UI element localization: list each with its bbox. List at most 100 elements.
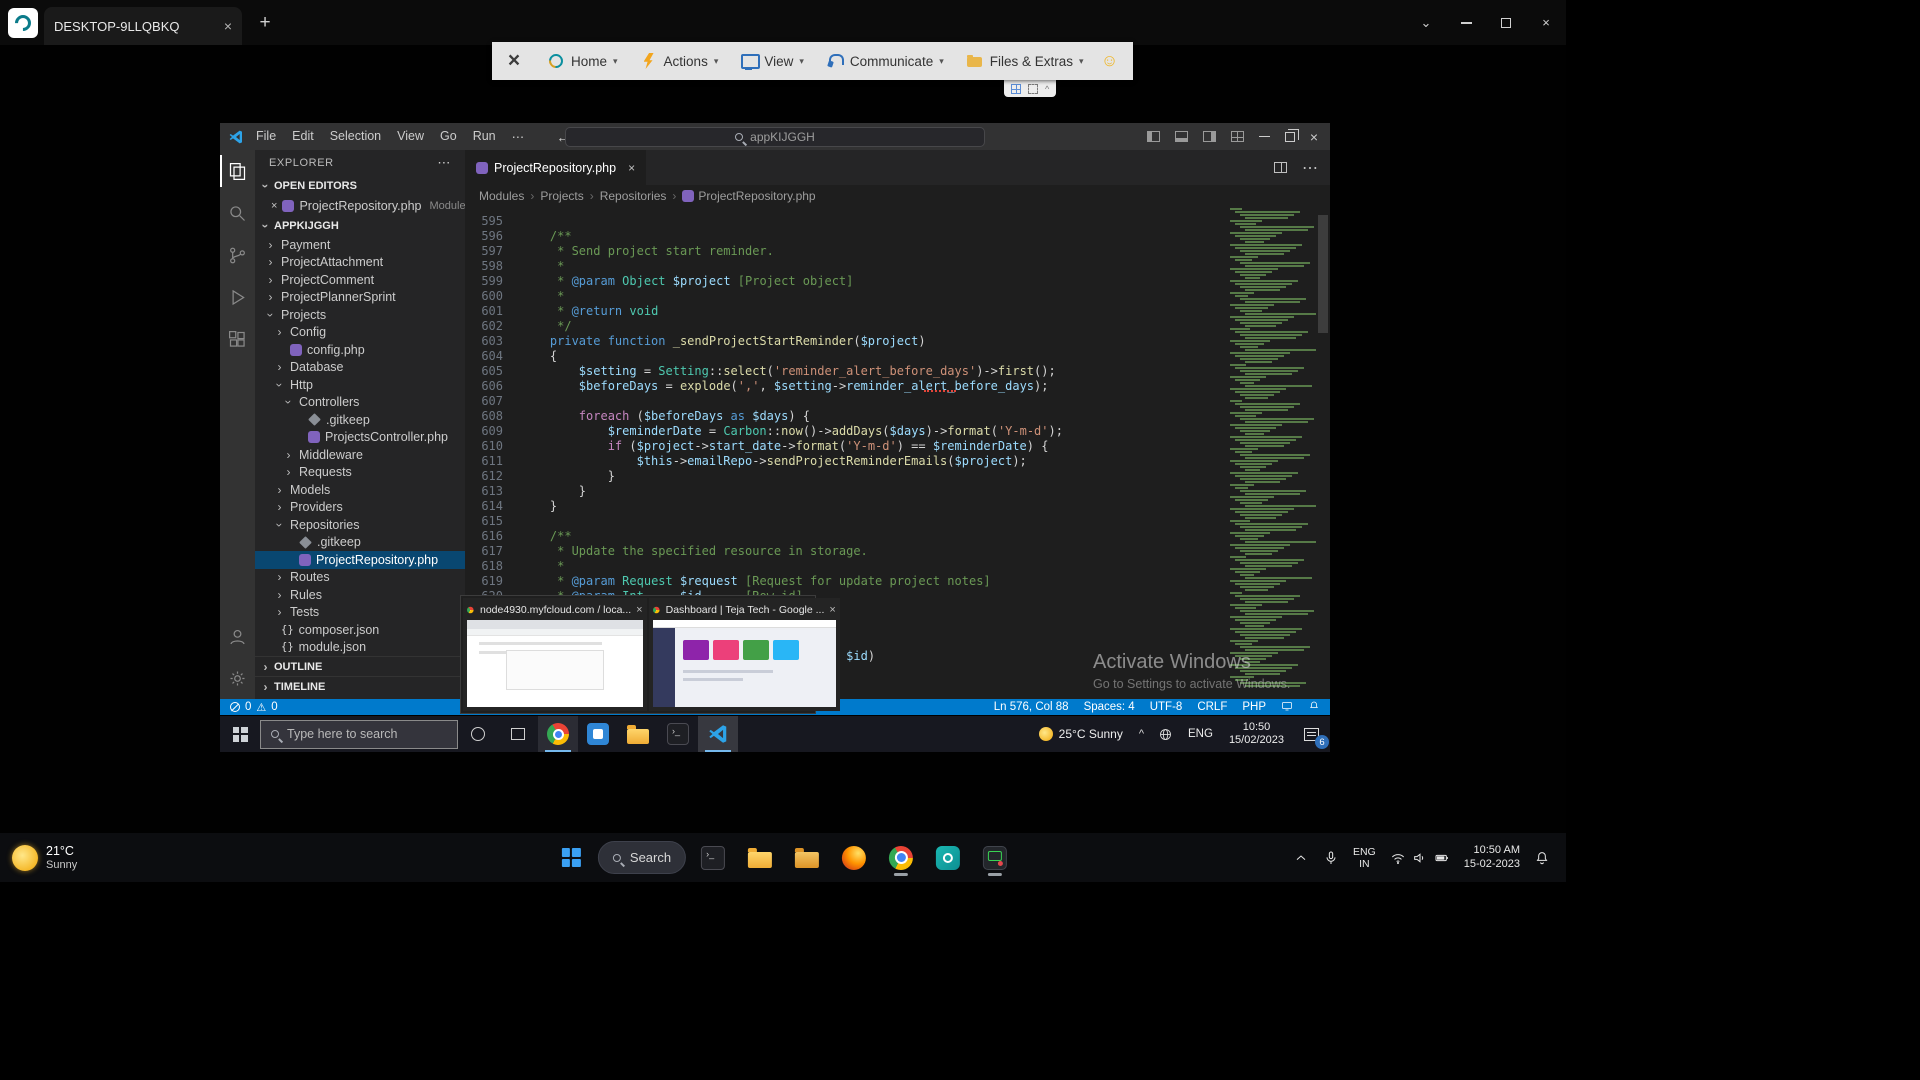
tree-item-config[interactable]: ›Config — [255, 324, 465, 342]
open-editor-item[interactable]: × ProjectRepository.php Modules\P... — [255, 196, 465, 216]
microphone-icon[interactable] — [1317, 840, 1345, 876]
split-editor-icon[interactable] — [1274, 162, 1287, 173]
editor-more-icon[interactable]: ⋯ — [1302, 158, 1318, 178]
remote-clock[interactable]: 10:50 15/02/2023 — [1221, 721, 1292, 747]
monitor-grid-icon[interactable] — [1011, 84, 1021, 94]
chrome-preview-2[interactable]: Dashboard | Teja Tech - Google ... × — [649, 598, 840, 711]
menu-edit[interactable]: Edit — [284, 129, 322, 144]
chrome-preview-1[interactable]: node4930.myfcloud.com / loca... × — [463, 598, 647, 711]
tree-item-routes[interactable]: ›Routes — [255, 569, 465, 587]
open-editors-section[interactable]: › OPEN EDITORS — [255, 176, 465, 196]
taskbar-chrome-icon[interactable] — [538, 716, 578, 752]
tree-item-controllers[interactable]: ›Controllers — [255, 394, 465, 412]
status-indentation[interactable]: Spaces: 4 — [1084, 701, 1135, 713]
explorer-icon[interactable] — [220, 150, 255, 192]
status-encoding[interactable]: UTF-8 — [1150, 701, 1183, 713]
tree-item-tests[interactable]: ›Tests — [255, 604, 465, 622]
close-button[interactable]: × — [1526, 0, 1566, 45]
remote-indicator-icon[interactable] — [1281, 700, 1293, 715]
tree-item-database[interactable]: ›Database — [255, 359, 465, 377]
extensions-icon[interactable] — [220, 318, 255, 360]
close-editor-icon[interactable]: × — [271, 200, 277, 212]
notification-bell-icon[interactable] — [1528, 840, 1556, 876]
tree-item-module-json[interactable]: ›{}module.json — [255, 639, 465, 657]
cortana-icon[interactable] — [458, 716, 498, 752]
tree-item-projectscontroller-php[interactable]: ›ProjectsController.php — [255, 429, 465, 447]
vscode-restore-button[interactable] — [1285, 132, 1295, 142]
breadcrumb-item-repositories[interactable]: Repositories — [600, 189, 667, 203]
toggle-secondary-sidebar-icon[interactable] — [1203, 131, 1216, 142]
anydesk-app-icon[interactable] — [928, 838, 968, 878]
menu-selection[interactable]: Selection — [322, 129, 389, 144]
command-center-search[interactable]: appKIJGGH — [565, 127, 985, 147]
file-explorer-icon[interactable] — [740, 838, 780, 878]
remote-weather[interactable]: 25°C Sunny — [1030, 716, 1132, 752]
tree-item-requests[interactable]: ›Requests — [255, 464, 465, 482]
task-view-icon[interactable] — [498, 716, 538, 752]
notifications-bell-icon[interactable] — [1308, 700, 1320, 715]
chrome-icon[interactable] — [881, 838, 921, 878]
remote-start-button[interactable] — [220, 716, 260, 752]
breadcrumb-item-projectrepository-php[interactable]: ProjectRepository.php — [682, 189, 815, 203]
minimap[interactable] — [1228, 207, 1316, 699]
tree-item-projectrepository-php[interactable]: ›ProjectRepository.php — [255, 551, 465, 569]
customize-layout-icon[interactable] — [1231, 131, 1244, 142]
tree-item-gitkeep[interactable]: ›.gitkeep — [255, 411, 465, 429]
toggle-sidebar-icon[interactable] — [1147, 131, 1160, 142]
host-weather-widget[interactable]: 21°C Sunny — [0, 844, 89, 872]
session-tab-close-icon[interactable]: × — [224, 18, 232, 34]
settings-gear-icon[interactable] — [220, 657, 255, 699]
minimize-button[interactable] — [1446, 0, 1486, 45]
host-language-indicator[interactable]: ENG IN — [1347, 840, 1382, 876]
preview-thumbnail[interactable] — [467, 620, 643, 707]
menu-run[interactable]: Run — [465, 129, 504, 144]
menu-more[interactable]: ⋯ — [504, 129, 533, 144]
outline-section[interactable]: › OUTLINE — [255, 656, 465, 676]
toolbar-item-home[interactable]: Home▾ — [536, 42, 629, 80]
tree-item-models[interactable]: ›Models — [255, 481, 465, 499]
close-preview-icon[interactable]: × — [829, 604, 835, 616]
status-language[interactable]: PHP — [1242, 701, 1266, 713]
tree-item-gitkeep[interactable]: ›.gitkeep — [255, 534, 465, 552]
tree-item-http[interactable]: ›Http — [255, 376, 465, 394]
anydesk-logo-icon[interactable] — [8, 8, 38, 38]
documents-folder-icon[interactable] — [787, 838, 827, 878]
network-globe-icon[interactable] — [1151, 716, 1180, 752]
tree-item-composer-json[interactable]: ›{}composer.json — [255, 621, 465, 639]
account-icon[interactable] — [220, 615, 255, 657]
tree-item-projects[interactable]: ›Projects — [255, 306, 465, 324]
feedback-smiley-icon[interactable]: ☺ — [1095, 51, 1125, 71]
search-sidebar-icon[interactable] — [220, 192, 255, 234]
maximize-button[interactable] — [1486, 0, 1526, 45]
tree-item-projectplannersprint[interactable]: ›ProjectPlannerSprint — [255, 289, 465, 307]
tree-item-projectattachment[interactable]: ›ProjectAttachment — [255, 254, 465, 272]
menu-go[interactable]: Go — [432, 129, 465, 144]
workspace-section[interactable]: › APPKIJGGH — [255, 216, 465, 236]
taskbar-app-blue-icon[interactable] — [578, 716, 618, 752]
toolbar-item-view[interactable]: View▾ — [729, 42, 815, 80]
run-debug-icon[interactable] — [220, 276, 255, 318]
status-eol[interactable]: CRLF — [1197, 701, 1227, 713]
tray-overflow-icon[interactable] — [1287, 840, 1315, 876]
tree-item-payment[interactable]: ›Payment — [255, 236, 465, 254]
remote-search-box[interactable]: Type here to search — [260, 720, 458, 749]
taskbar-file-explorer-icon[interactable] — [618, 716, 658, 752]
action-center-icon[interactable]: 6 — [1292, 716, 1330, 752]
collapse-toolbar-icon[interactable]: ^ — [1045, 84, 1049, 94]
tree-item-rules[interactable]: ›Rules — [255, 586, 465, 604]
source-control-icon[interactable] — [220, 234, 255, 276]
vscode-minimize-button[interactable] — [1259, 136, 1270, 138]
host-start-button[interactable] — [551, 838, 591, 878]
toolbar-item-files[interactable]: Files & Extras▾ — [955, 42, 1095, 80]
warnings-count[interactable]: 0 — [271, 701, 277, 713]
menu-chevron-icon[interactable]: ⌄ — [1406, 0, 1446, 45]
taskbar-vscode-icon[interactable] — [698, 716, 738, 752]
close-preview-icon[interactable]: × — [636, 604, 642, 616]
status-line-col[interactable]: Ln 576, Col 88 — [994, 701, 1069, 713]
firefox-icon[interactable] — [834, 838, 874, 878]
toggle-panel-icon[interactable] — [1175, 131, 1188, 142]
errors-count[interactable]: 0 — [245, 701, 251, 713]
disconnect-button[interactable]: × — [492, 42, 536, 80]
new-session-button[interactable]: + — [250, 8, 280, 38]
remote-language-indicator[interactable]: ENG — [1180, 728, 1221, 740]
